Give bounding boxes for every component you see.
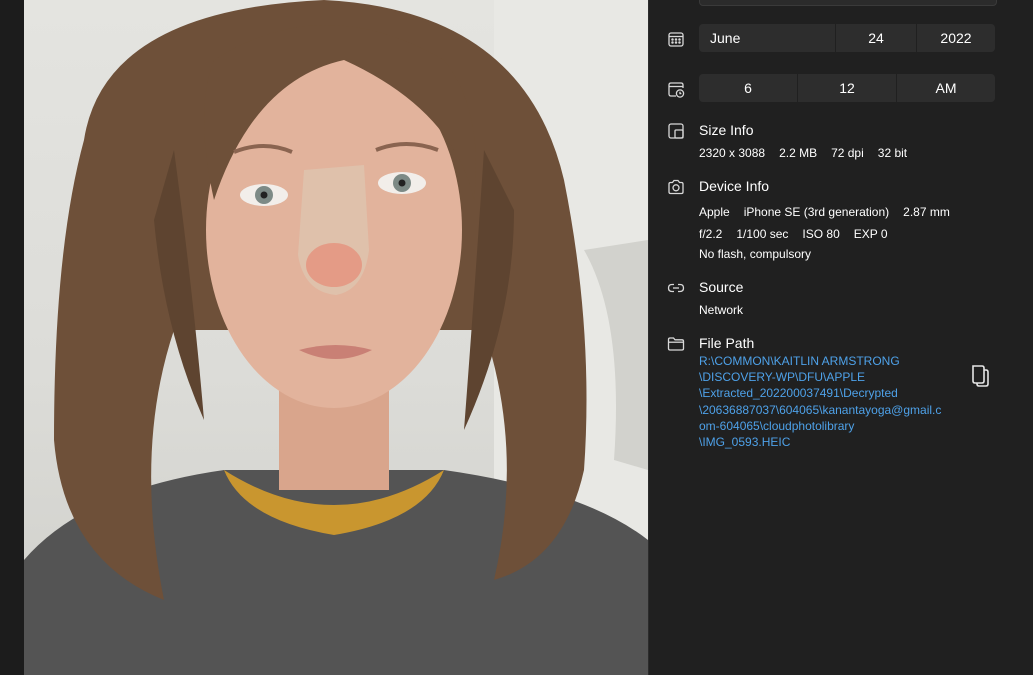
bit-depth: 32 bit	[877, 146, 908, 160]
calendar-clock-icon	[667, 80, 685, 98]
focal-length: 2.87 mm	[903, 205, 950, 219]
time-picker: 6 12 AM	[699, 74, 995, 102]
size-info-values: 2320 x 3088 2.2 MB 72 dpi 32 bit	[699, 146, 921, 160]
device-model: iPhone SE (3rd generation)	[743, 205, 890, 219]
source-heading: Source	[699, 279, 744, 295]
title-field[interactable]	[699, 0, 997, 6]
image-dimensions: 2320 x 3088	[699, 146, 766, 160]
exposure: EXP 0	[853, 227, 888, 241]
time-period[interactable]: AM	[896, 74, 995, 102]
iso: ISO 80	[802, 227, 840, 241]
date-year[interactable]: 2022	[916, 24, 995, 52]
copy-path-button[interactable]	[967, 362, 993, 388]
link-icon	[667, 279, 685, 297]
file-path-line: \20636887037\604065\kanantayoga@gmail.c	[699, 402, 942, 417]
date-day[interactable]: 24	[835, 24, 916, 52]
photo	[24, 0, 648, 675]
device-info-heading: Device Info	[699, 178, 770, 194]
source-value: Network	[699, 303, 744, 317]
size-info-heading: Size Info	[699, 122, 754, 138]
image-size-icon	[667, 122, 685, 140]
folder-icon	[667, 335, 685, 353]
device-info-line-1: Apple iPhone SE (3rd generation) 2.87 mm	[699, 205, 964, 219]
file-path-line: R:\COMMON\KAITLIN ARMSTRONG	[699, 354, 900, 368]
file-size: 2.2 MB	[779, 146, 818, 160]
info-panel: June 24 2022 6 12 AM Size Info 2320 x 30…	[649, 0, 1033, 675]
shutter-speed: 1/100 sec	[736, 227, 789, 241]
time-minute[interactable]: 12	[797, 74, 896, 102]
selfie-photo-illustration	[24, 0, 648, 675]
aperture: f/2.2	[699, 227, 723, 241]
calendar-icon	[667, 30, 685, 48]
date-month[interactable]: June	[699, 24, 835, 52]
flash-info: No flash, compulsory	[699, 247, 812, 261]
file-path-line: \DISCOVERY-WP\DFU\APPLE	[699, 370, 866, 385]
file-path-line: \IMG_0593.HEIC	[699, 435, 791, 450]
device-make: Apple	[699, 205, 730, 219]
time-hour[interactable]: 6	[699, 74, 797, 102]
file-path-heading: File Path	[699, 335, 755, 351]
date-picker: June 24 2022	[699, 24, 995, 52]
copy-icon	[972, 365, 989, 387]
image-dpi: 72 dpi	[831, 146, 864, 160]
photo-viewer	[0, 0, 648, 675]
file-path-line: \Extracted_202200037491\Decrypted	[699, 386, 898, 401]
device-info-line-2: f/2.2 1/100 sec ISO 80 EXP 0	[699, 227, 902, 241]
file-path-line: om-604065\cloudphotolibrary	[699, 418, 855, 433]
file-path-link[interactable]: R:\COMMON\KAITLIN ARMSTRONG \DISCOVERY-W…	[699, 353, 949, 450]
camera-icon	[667, 178, 685, 196]
